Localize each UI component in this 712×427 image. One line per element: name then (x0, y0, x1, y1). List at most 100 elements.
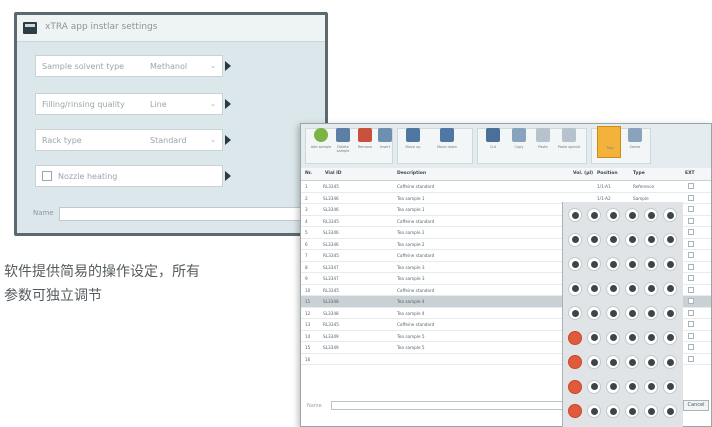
vial-well[interactable] (568, 257, 582, 271)
vial-well[interactable] (625, 208, 639, 222)
vial-well[interactable] (644, 379, 658, 394)
column-header[interactable]: Vol. (µl) (573, 171, 593, 176)
ext-checkbox[interactable] (688, 206, 694, 212)
ext-checkbox[interactable] (688, 263, 694, 270)
column-header[interactable]: Description (397, 171, 426, 176)
column-header[interactable]: Vial ID (325, 171, 342, 176)
vial-well[interactable] (587, 232, 601, 247)
vial-well[interactable] (625, 257, 639, 271)
vial-well[interactable] (663, 306, 677, 320)
cut-button[interactable]: Cut (481, 126, 505, 158)
column-header[interactable]: EXT (685, 171, 695, 176)
solvent-type-select[interactable]: Sample solvent type Methanol ⌄ (35, 55, 223, 77)
nozzle-heating-option[interactable]: Nozzle heating (35, 165, 223, 187)
vial-well[interactable] (644, 306, 658, 320)
vial-well[interactable] (644, 404, 658, 418)
ext-checkbox[interactable] (688, 344, 694, 350)
vial-well[interactable] (568, 330, 582, 345)
vial-well[interactable] (625, 379, 639, 394)
paste-special-button[interactable]: Paste special (557, 126, 581, 158)
vial-well[interactable] (606, 208, 620, 222)
vial-well[interactable] (625, 404, 639, 418)
vial-well[interactable] (663, 404, 677, 418)
ext-checkbox[interactable] (688, 332, 694, 339)
vial-well[interactable] (663, 232, 677, 247)
vial-well[interactable] (606, 330, 620, 345)
vial-well[interactable] (587, 306, 601, 320)
vial-well[interactable] (587, 257, 601, 271)
vial-well[interactable] (625, 355, 639, 369)
vial-well[interactable] (644, 355, 658, 369)
vial-well[interactable] (587, 208, 601, 222)
ext-checkbox[interactable] (688, 286, 694, 293)
column-header[interactable]: Position (597, 171, 618, 176)
expand-arrow-icon[interactable] (225, 99, 231, 109)
vial-well[interactable] (568, 404, 582, 418)
vial-well[interactable] (663, 355, 677, 369)
vial-well[interactable] (663, 330, 677, 345)
ext-checkbox[interactable] (688, 229, 694, 235)
vial-well[interactable] (568, 306, 582, 320)
copy-button[interactable]: Copy (507, 126, 531, 158)
rack-type-select[interactable]: Rack type Standard ⌄ (35, 129, 223, 151)
tray-button[interactable]: Tray (597, 126, 621, 158)
vial-well[interactable] (663, 208, 677, 222)
ext-checkbox[interactable] (688, 355, 694, 362)
vial-well[interactable] (568, 232, 582, 247)
vial-well[interactable] (644, 208, 658, 222)
vial-well[interactable] (606, 232, 620, 247)
vial-well[interactable] (606, 355, 620, 369)
delete-button[interactable]: Delete sample (331, 126, 355, 158)
ext-checkbox[interactable] (688, 183, 694, 189)
vial-well[interactable] (663, 257, 677, 271)
ext-checkbox[interactable] (688, 240, 694, 247)
vial-well[interactable] (644, 330, 658, 345)
vial-well[interactable] (644, 281, 658, 296)
ext-checkbox[interactable] (688, 252, 694, 258)
vial-well[interactable] (625, 330, 639, 345)
ext-checkbox[interactable] (688, 275, 694, 281)
ext-checkbox[interactable] (688, 298, 694, 304)
series-button[interactable]: Series (623, 126, 647, 158)
rinsing-quality-select[interactable]: Filling/rinsing quality Line ⌄ (35, 93, 223, 115)
vial-well[interactable] (587, 355, 601, 369)
expand-arrow-icon[interactable] (225, 61, 231, 71)
expand-arrow-icon[interactable] (225, 135, 231, 145)
add-button[interactable]: Add sample (309, 126, 333, 158)
vial-well[interactable] (587, 330, 601, 345)
ext-checkbox[interactable] (688, 194, 694, 201)
vial-well[interactable] (644, 232, 658, 247)
vial-well[interactable] (606, 379, 620, 394)
table-row[interactable]: 1 RL3345 Caffeine standard 1/1-A1 Reference (301, 181, 711, 193)
column-header[interactable]: Type (633, 171, 645, 176)
vial-well[interactable] (606, 281, 620, 296)
vial-well[interactable] (644, 257, 658, 271)
vial-well[interactable] (568, 208, 582, 222)
move-up-button[interactable]: Move up (401, 126, 425, 158)
vial-well[interactable] (606, 306, 620, 320)
vial-well[interactable] (568, 379, 582, 394)
vial-well[interactable] (663, 281, 677, 296)
ext-checkbox[interactable] (688, 309, 694, 316)
vial-well[interactable] (625, 281, 639, 296)
footer-name-input[interactable] (331, 401, 563, 410)
nozzle-heating-checkbox[interactable] (42, 171, 52, 181)
column-header[interactable]: Nr. (305, 171, 312, 176)
insert-button[interactable]: Insert (373, 126, 397, 158)
vial-well[interactable] (606, 404, 620, 418)
vial-well[interactable] (568, 355, 582, 369)
ext-checkbox[interactable] (688, 321, 694, 327)
vial-well[interactable] (587, 404, 601, 418)
name-input[interactable] (59, 207, 321, 221)
move-down-button[interactable]: Move down (435, 126, 459, 158)
paste-button[interactable]: Paste (531, 126, 555, 158)
ext-checkbox[interactable] (688, 217, 694, 224)
vial-well[interactable] (568, 281, 582, 296)
vial-well[interactable] (587, 379, 601, 394)
vial-well[interactable] (606, 257, 620, 271)
cancel-button[interactable]: Cancel (683, 400, 709, 411)
vial-well[interactable] (625, 306, 639, 320)
vial-well[interactable] (587, 281, 601, 296)
vial-well[interactable] (663, 379, 677, 394)
vial-well[interactable] (625, 232, 639, 247)
